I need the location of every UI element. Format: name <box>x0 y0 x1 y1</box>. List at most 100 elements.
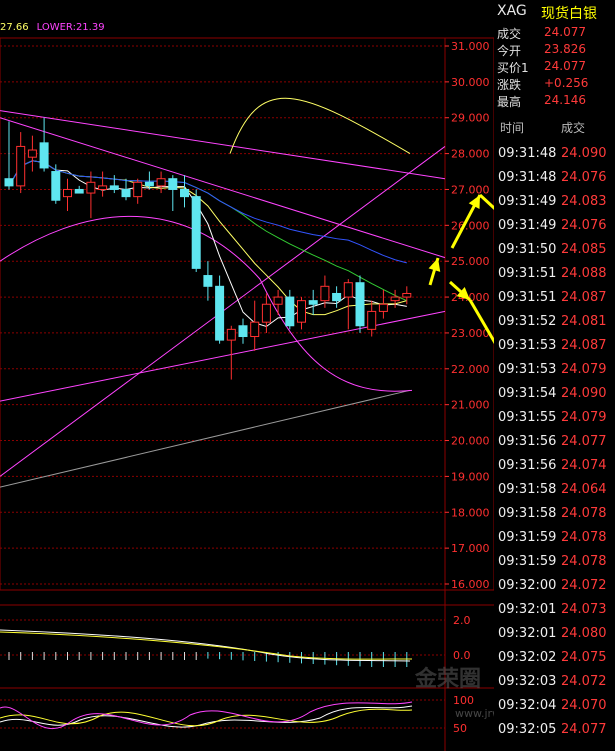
candle-body <box>121 188 131 198</box>
tick-price: 24.080 <box>561 626 607 641</box>
candle-body <box>226 328 236 341</box>
tick-time: 09:31:51 <box>498 290 557 305</box>
candle-body <box>250 321 260 338</box>
tick-row: 09:31:48 24.076 <box>494 166 615 190</box>
quote-row: 今开 23.826 <box>494 41 615 58</box>
tick-price: 24.070 <box>561 698 607 713</box>
moving-average-lines <box>8 160 408 328</box>
tick-time: 09:32:05 <box>498 722 557 737</box>
y-tick-label: 29.000 <box>451 112 490 125</box>
y-tick-label: 17.000 <box>451 542 490 555</box>
candle-body <box>63 188 72 198</box>
candle-body <box>273 296 283 305</box>
tick-price: 24.088 <box>561 266 607 281</box>
tick-row: 09:32:05 24.077 <box>494 718 615 742</box>
quote-value: 23.826 <box>544 42 586 56</box>
candle-body <box>180 188 189 198</box>
ma-line <box>8 160 407 264</box>
indicator-legend: 27.66 LOWER:21.39 <box>0 22 113 33</box>
tick-row: 09:32:03 24.072 <box>494 670 615 694</box>
quote-label: 最高 <box>497 95 522 109</box>
chart-area: 31.000 30.000 29.000 28.000 27.000 26.000 25.0… <box>0 37 494 751</box>
tick-time: 09:31:48 <box>498 146 557 161</box>
tick-time: 09:31:50 <box>498 242 557 257</box>
tick-row: 09:32:01 24.080 <box>494 622 615 646</box>
y-tick-label: 16.000 <box>451 578 490 591</box>
candle-body <box>156 178 166 187</box>
y-tick-label: 19.000 <box>451 470 490 483</box>
candle-body <box>4 178 14 187</box>
tick-row: 09:31:53 24.087 <box>494 334 615 358</box>
tick-price: 24.077 <box>561 434 607 449</box>
quote-value: 24.146 <box>544 93 586 107</box>
tick-price: 24.090 <box>561 146 607 161</box>
quote-value: 24.077 <box>544 59 586 73</box>
y-tick-label: 30.000 <box>451 76 490 89</box>
candle-body <box>215 285 225 341</box>
y-tick-label: 27.000 <box>451 183 490 196</box>
symbol: XAG <box>497 3 527 19</box>
candle-body <box>332 292 342 302</box>
quote-row: 成交 24.077 <box>494 24 615 41</box>
lower-band <box>0 215 413 392</box>
tick-time: 09:31:59 <box>498 530 557 545</box>
tick-price: 24.079 <box>561 410 607 425</box>
candle-body <box>203 275 213 287</box>
quote-header: XAG 现货白银 <box>494 0 615 22</box>
tick-price: 24.078 <box>561 554 607 569</box>
tick-row: 09:31:54 24.090 <box>494 382 615 406</box>
tick-row: 09:31:49 24.076 <box>494 214 615 238</box>
tick-row: 09:31:56 24.077 <box>494 430 615 454</box>
candle-body <box>355 282 365 327</box>
quote-row: 最高 24.146 <box>494 92 615 109</box>
tick-row: 09:31:56 24.074 <box>494 454 615 478</box>
tick-row: 09:31:52 24.081 <box>494 310 615 334</box>
y-tick-label: 18.000 <box>451 506 490 519</box>
tick-row: 09:32:01 24.073 <box>494 598 615 622</box>
tick-row: 09:31:55 24.079 <box>494 406 615 430</box>
grid <box>0 37 494 751</box>
candle-body <box>390 296 400 302</box>
candle-body <box>27 149 37 158</box>
candle-body <box>109 185 119 190</box>
tick-time: 09:31:49 <box>498 218 557 233</box>
tick-price: 24.079 <box>561 362 607 377</box>
tick-row: 09:31:50 24.085 <box>494 238 615 262</box>
tick-time: 09:31:48 <box>498 170 557 185</box>
candle-body <box>308 300 318 305</box>
candle-body <box>144 181 154 187</box>
candle-body <box>98 185 108 190</box>
tick-price: 24.074 <box>561 458 607 473</box>
y-tick-label: 22.000 <box>451 363 490 376</box>
tick-price: 24.078 <box>561 506 607 521</box>
kdj-tick-label: 50 <box>453 722 467 735</box>
tick-time: 09:31:49 <box>498 194 557 209</box>
y-tick-label: 21.000 <box>451 399 490 412</box>
y-tick-label: 28.000 <box>451 148 490 161</box>
price-axis: 31.000 30.000 29.000 28.000 27.000 26.000 25.0… <box>445 40 490 591</box>
tick-price: 24.077 <box>561 722 607 737</box>
quote-label: 涨跌 <box>497 78 522 92</box>
tick-row: 09:31:49 24.083 <box>494 190 615 214</box>
instrument-name: 现货白银 <box>541 6 597 22</box>
tick-price: 24.076 <box>561 218 607 233</box>
candle-body <box>297 300 306 323</box>
tick-time: 09:31:58 <box>498 482 557 497</box>
y-tick-label: 31.000 <box>451 40 490 53</box>
candlesticks <box>4 117 412 380</box>
tick-row: 09:32:00 24.072 <box>494 574 615 598</box>
watermark-logo: 金荣圈 <box>415 661 493 701</box>
quote-row: 买价1 24.077 <box>494 58 615 75</box>
time-header: 时间 <box>500 121 525 135</box>
candle-body <box>16 145 26 187</box>
kdj-panel: 10050 <box>0 694 474 735</box>
tick-time: 09:31:54 <box>498 386 557 401</box>
candle-body <box>238 325 248 338</box>
price-header: 成交 <box>561 121 586 135</box>
tick-row: 09:31:59 24.078 <box>494 550 615 574</box>
quote-label: 今开 <box>497 44 522 58</box>
tick-price: 24.072 <box>561 578 607 593</box>
tick-row: 09:31:53 24.079 <box>494 358 615 382</box>
tick-row: 09:31:51 24.088 <box>494 262 615 286</box>
tick-price: 24.076 <box>561 170 607 185</box>
